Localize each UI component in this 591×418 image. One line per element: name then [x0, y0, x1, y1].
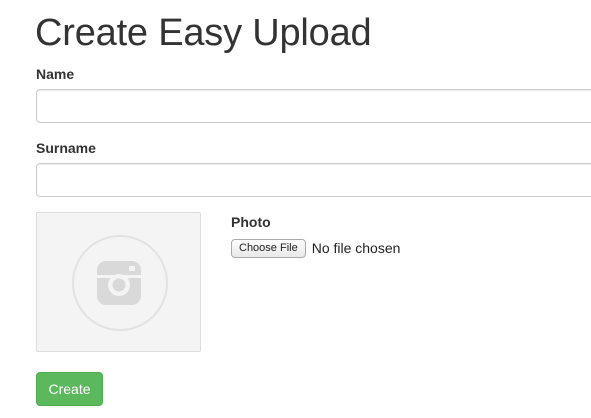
- photo-label: Photo: [231, 214, 271, 230]
- create-easy-upload-page: Create Easy Upload Name Surname Photo Ch…: [0, 0, 591, 418]
- file-status-text: No file chosen: [311, 240, 401, 256]
- surname-label: Surname: [36, 140, 96, 156]
- photo-preview: [36, 212, 201, 352]
- file-input[interactable]: Choose File No file chosen: [231, 238, 400, 258]
- name-input[interactable]: [36, 89, 591, 123]
- create-button[interactable]: Create: [36, 372, 103, 406]
- name-label: Name: [36, 66, 75, 82]
- choose-file-button[interactable]: Choose File: [231, 238, 306, 258]
- surname-input[interactable]: [36, 163, 591, 197]
- page-title: Create Easy Upload: [35, 12, 372, 54]
- camera-icon: [97, 261, 141, 305]
